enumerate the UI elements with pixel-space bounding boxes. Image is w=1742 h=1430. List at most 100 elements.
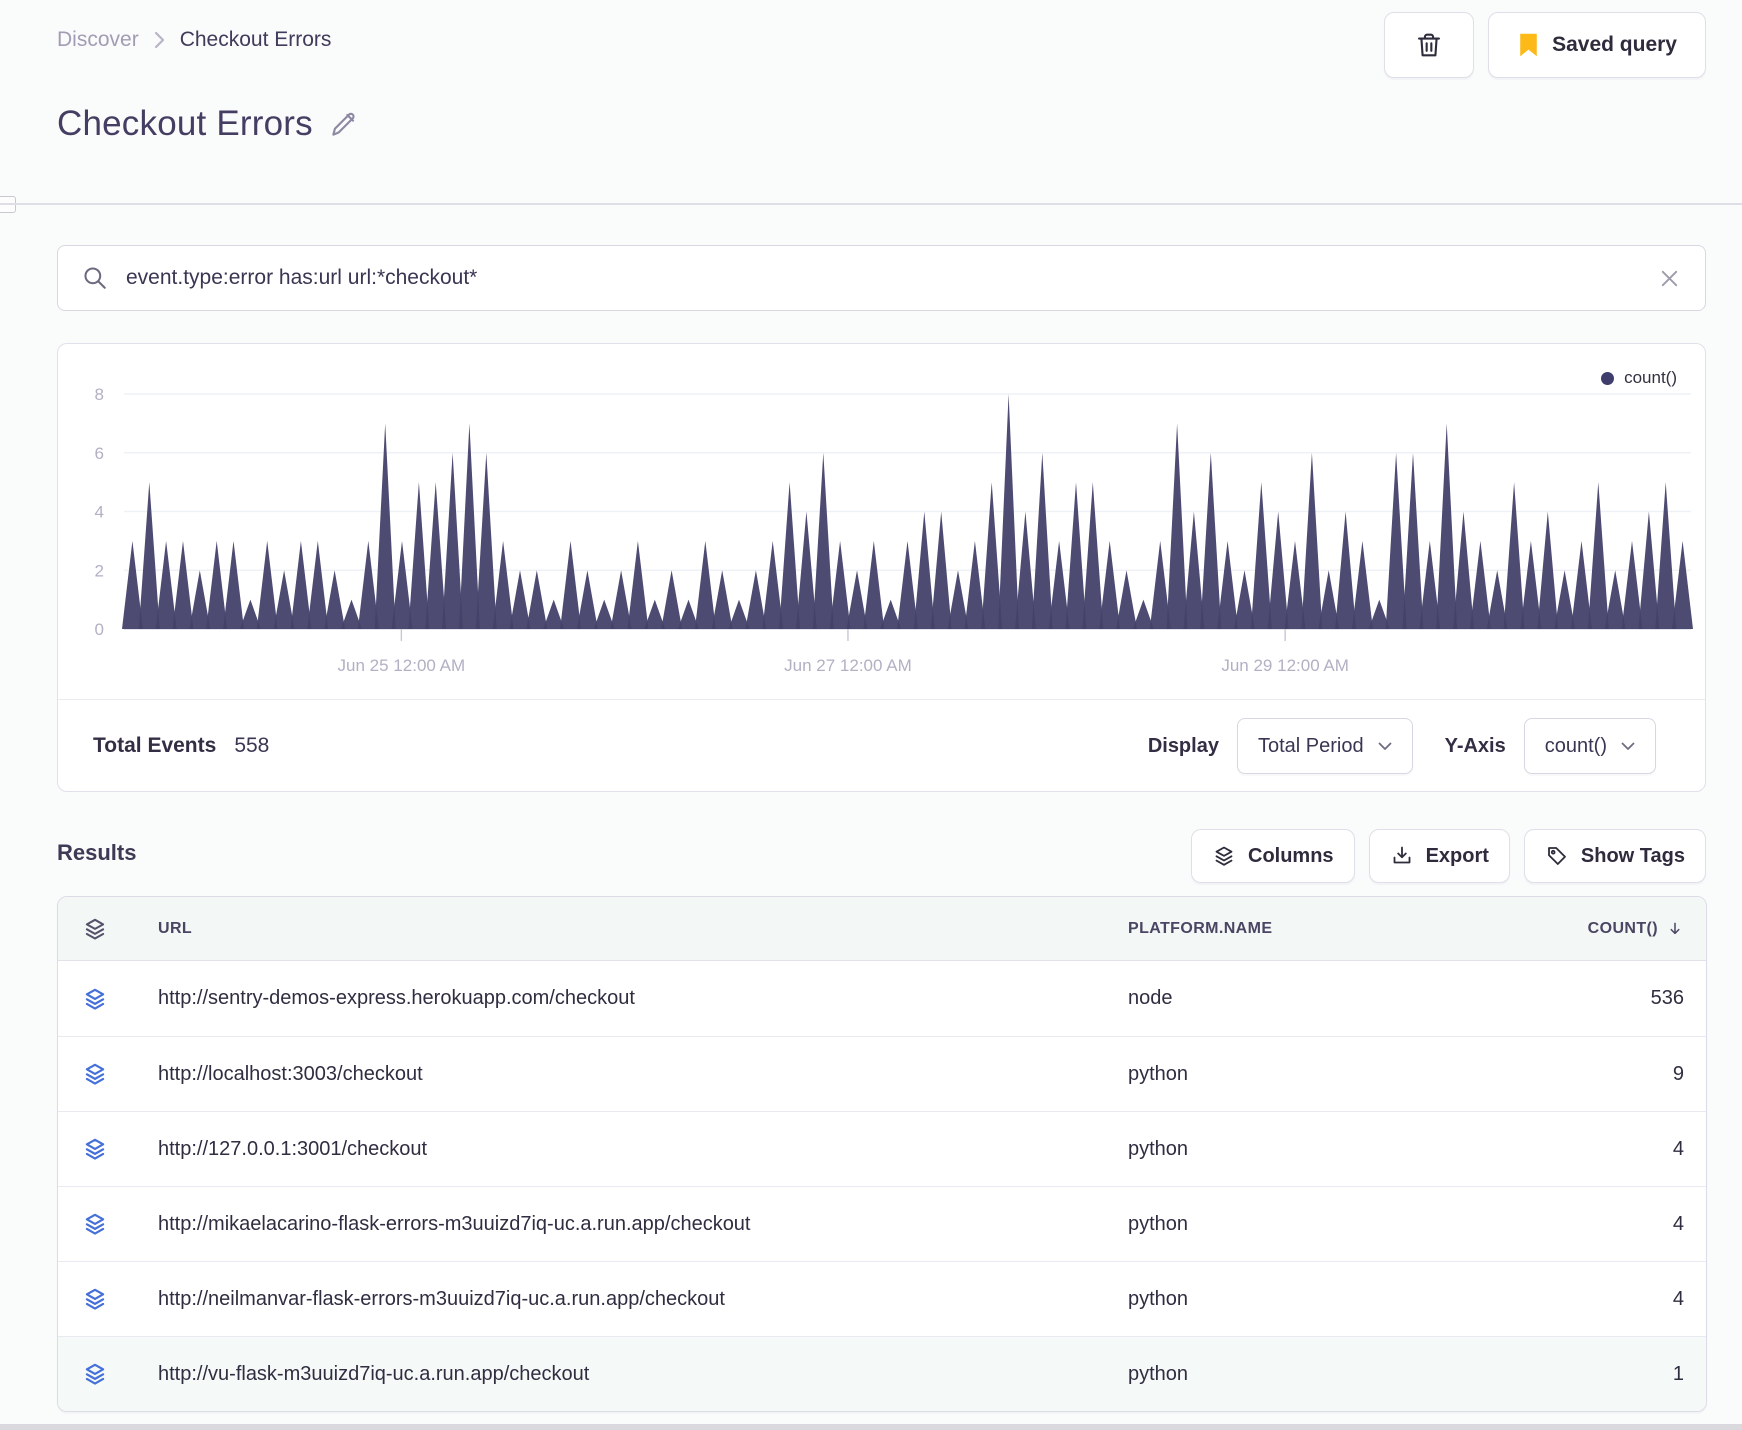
breadcrumb-chevron-icon (154, 31, 164, 49)
header-divider (0, 203, 1742, 205)
chart-panel: 0 2 4 6 8 Jun 25 12:00 AM Jun 27 12:00 AM Jun 2… (57, 343, 1706, 792)
clear-search-icon[interactable] (1658, 267, 1681, 290)
discover-page: Discover Checkout Errors Checkout Errors… (0, 0, 1742, 1430)
row-stack-icon-cell[interactable] (58, 1061, 128, 1087)
column-header-platform[interactable]: PLATFORM.NAME (1128, 920, 1528, 938)
chart-legend[interactable]: count() (1601, 368, 1677, 388)
svg-text:Jun 29 12:00 AM: Jun 29 12:00 AM (1221, 656, 1349, 675)
svg-text:2: 2 (95, 561, 104, 580)
sort-descending-icon (1670, 922, 1680, 934)
breadcrumb-current: Checkout Errors (179, 28, 332, 51)
breadcrumb-discover-link[interactable]: Discover (57, 28, 139, 52)
row-url: http://127.0.0.1:3001/checkout (158, 1137, 428, 1160)
breadcrumb: Discover Checkout Errors (57, 28, 331, 52)
row-platform: python (1128, 1062, 1189, 1085)
show-tags-button[interactable]: Show Tags (1523, 829, 1706, 883)
row-stack-icon-cell[interactable] (58, 1136, 128, 1162)
table-body: http://sentry-demos-express.herokuapp.co… (58, 961, 1706, 1411)
window-bottom-edge (0, 1424, 1742, 1430)
column-header-url[interactable]: URL (128, 920, 1128, 938)
legend-count-dot-icon (1601, 371, 1615, 385)
stack-icon (85, 1138, 105, 1160)
column-header-count[interactable]: COUNT() (1528, 919, 1706, 938)
table-row[interactable]: http://mikaelacarino-flask-errors-m3uuiz… (58, 1186, 1706, 1261)
row-count: 9 (1672, 1062, 1684, 1085)
row-url: http://mikaelacarino-flask-errors-m3uuiz… (158, 1212, 751, 1235)
stack-icon (85, 1213, 105, 1235)
yaxis-dropdown[interactable]: count() (1523, 718, 1656, 774)
search-bar[interactable] (57, 245, 1706, 311)
chart-controls: Display Total Period Y-Axis count() (1148, 718, 1670, 774)
header-icon-cell (58, 916, 128, 942)
row-platform: node (1128, 987, 1173, 1009)
column-header-count-label: COUNT() (1587, 919, 1658, 937)
total-events-label: Total Events (93, 734, 217, 757)
row-count: 536 (1650, 987, 1684, 1009)
svg-text:6: 6 (95, 444, 104, 463)
svg-text:Jun 27 12:00 AM: Jun 27 12:00 AM (784, 656, 912, 675)
export-button-label: Export (1425, 844, 1489, 867)
row-count: 4 (1672, 1212, 1684, 1235)
export-button[interactable]: Export (1368, 829, 1510, 883)
stack-icon (85, 918, 105, 940)
row-url: http://localhost:3003/checkout (158, 1062, 423, 1085)
display-dropdown-value: Total Period (1257, 734, 1364, 757)
table-row[interactable]: http://127.0.0.1:3001/checkout python 4 (58, 1111, 1706, 1186)
delete-query-button[interactable] (1384, 12, 1475, 78)
tag-icon (1548, 847, 1566, 865)
row-url: http://vu-flask-m3uuizd7iq-uc.a.run.app/… (158, 1362, 590, 1385)
page-title-row: Checkout Errors (57, 104, 359, 144)
svg-text:8: 8 (95, 385, 104, 404)
table-header-row: URL PLATFORM.NAME COUNT() (58, 897, 1706, 961)
row-count: 1 (1672, 1362, 1684, 1385)
yaxis-dropdown-value: count() (1544, 734, 1607, 757)
row-platform: python (1128, 1287, 1189, 1310)
row-stack-icon-cell[interactable] (58, 1361, 128, 1387)
legend-count-label: count() (1624, 368, 1677, 387)
page-title: Checkout Errors (57, 104, 313, 143)
columns-button[interactable]: Columns (1191, 829, 1355, 883)
row-stack-icon-cell[interactable] (58, 1286, 128, 1312)
results-actions: Columns Export Show Tags (1191, 829, 1706, 883)
table-row[interactable]: http://neilmanvar-flask-errors-m3uuizd7i… (58, 1261, 1706, 1336)
table-row[interactable]: http://sentry-demos-express.herokuapp.co… (58, 961, 1706, 1036)
total-events-value: 558 (234, 734, 270, 757)
table-row[interactable]: http://localhost:3003/checkout python 9 (58, 1036, 1706, 1111)
top-actions: Saved query (1384, 12, 1706, 78)
row-count: 4 (1672, 1287, 1684, 1310)
row-platform: python (1128, 1212, 1189, 1235)
download-icon (1393, 846, 1410, 864)
results-table: URL PLATFORM.NAME COUNT() http://sentry-… (57, 896, 1707, 1412)
chart-footer: Total Events 558 Display Total Period Y-… (58, 700, 1705, 792)
display-dropdown[interactable]: Total Period (1236, 718, 1413, 774)
search-input[interactable] (126, 266, 1640, 290)
chevron-down-icon (1621, 742, 1635, 750)
row-stack-icon-cell[interactable] (58, 1211, 128, 1237)
table-row[interactable]: http://vu-flask-m3uuizd7iq-uc.a.run.app/… (58, 1336, 1706, 1411)
saved-query-label: Saved query (1552, 33, 1677, 56)
row-url: http://sentry-demos-express.herokuapp.co… (158, 987, 635, 1009)
stack-icon (85, 1363, 105, 1385)
total-events: Total Events 558 (93, 734, 269, 758)
show-tags-button-label: Show Tags (1580, 844, 1685, 867)
display-label: Display (1147, 734, 1219, 757)
chevron-down-icon (1378, 742, 1391, 750)
row-platform: python (1128, 1137, 1189, 1160)
saved-query-button[interactable]: Saved query (1488, 12, 1706, 78)
svg-text:0: 0 (95, 620, 104, 639)
yaxis-label: Y-Axis (1444, 734, 1506, 757)
svg-text:4: 4 (95, 503, 104, 522)
bookmark-icon (1520, 33, 1537, 57)
results-heading: Results (57, 840, 137, 865)
row-count: 4 (1672, 1137, 1684, 1160)
row-url: http://neilmanvar-flask-errors-m3uuizd7i… (158, 1287, 725, 1310)
edit-pencil-icon[interactable] (329, 109, 359, 139)
stack-icon (85, 1063, 105, 1085)
layers-icon (1215, 846, 1233, 866)
stack-icon (85, 1288, 105, 1310)
row-stack-icon-cell[interactable] (58, 986, 128, 1012)
search-icon (84, 267, 106, 289)
trash-icon (1418, 33, 1441, 57)
row-platform: python (1128, 1362, 1189, 1385)
events-area-chart[interactable]: 0 2 4 6 8 Jun 25 12:00 AM Jun 27 12:00 AM Jun 2… (58, 344, 1705, 699)
